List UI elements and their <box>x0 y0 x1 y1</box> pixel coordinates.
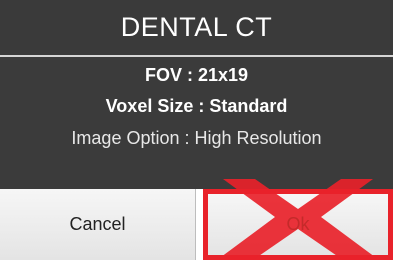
scan-confirm-dialog: DENTAL CT FOV : 21x19 Voxel Size : Stand… <box>0 0 393 260</box>
image-option-text: Image Option : High Resolution <box>71 128 322 148</box>
fov-text: FOV : 21x19 <box>144 65 249 85</box>
cancel-button-label: Cancel <box>69 214 126 234</box>
ok-button[interactable]: Ok <box>203 189 393 260</box>
dialog-body: FOV : 21x19 Voxel Size : Standard Image … <box>0 57 393 189</box>
dialog-title: DENTAL CT <box>120 12 273 42</box>
dialog-title-bar: DENTAL CT <box>0 0 393 55</box>
ok-button-label: Ok <box>286 214 310 234</box>
voxel-size-text: Voxel Size : Standard <box>105 96 288 116</box>
cancel-button[interactable]: Cancel <box>0 189 196 260</box>
button-row: Cancel Ok <box>0 189 393 260</box>
